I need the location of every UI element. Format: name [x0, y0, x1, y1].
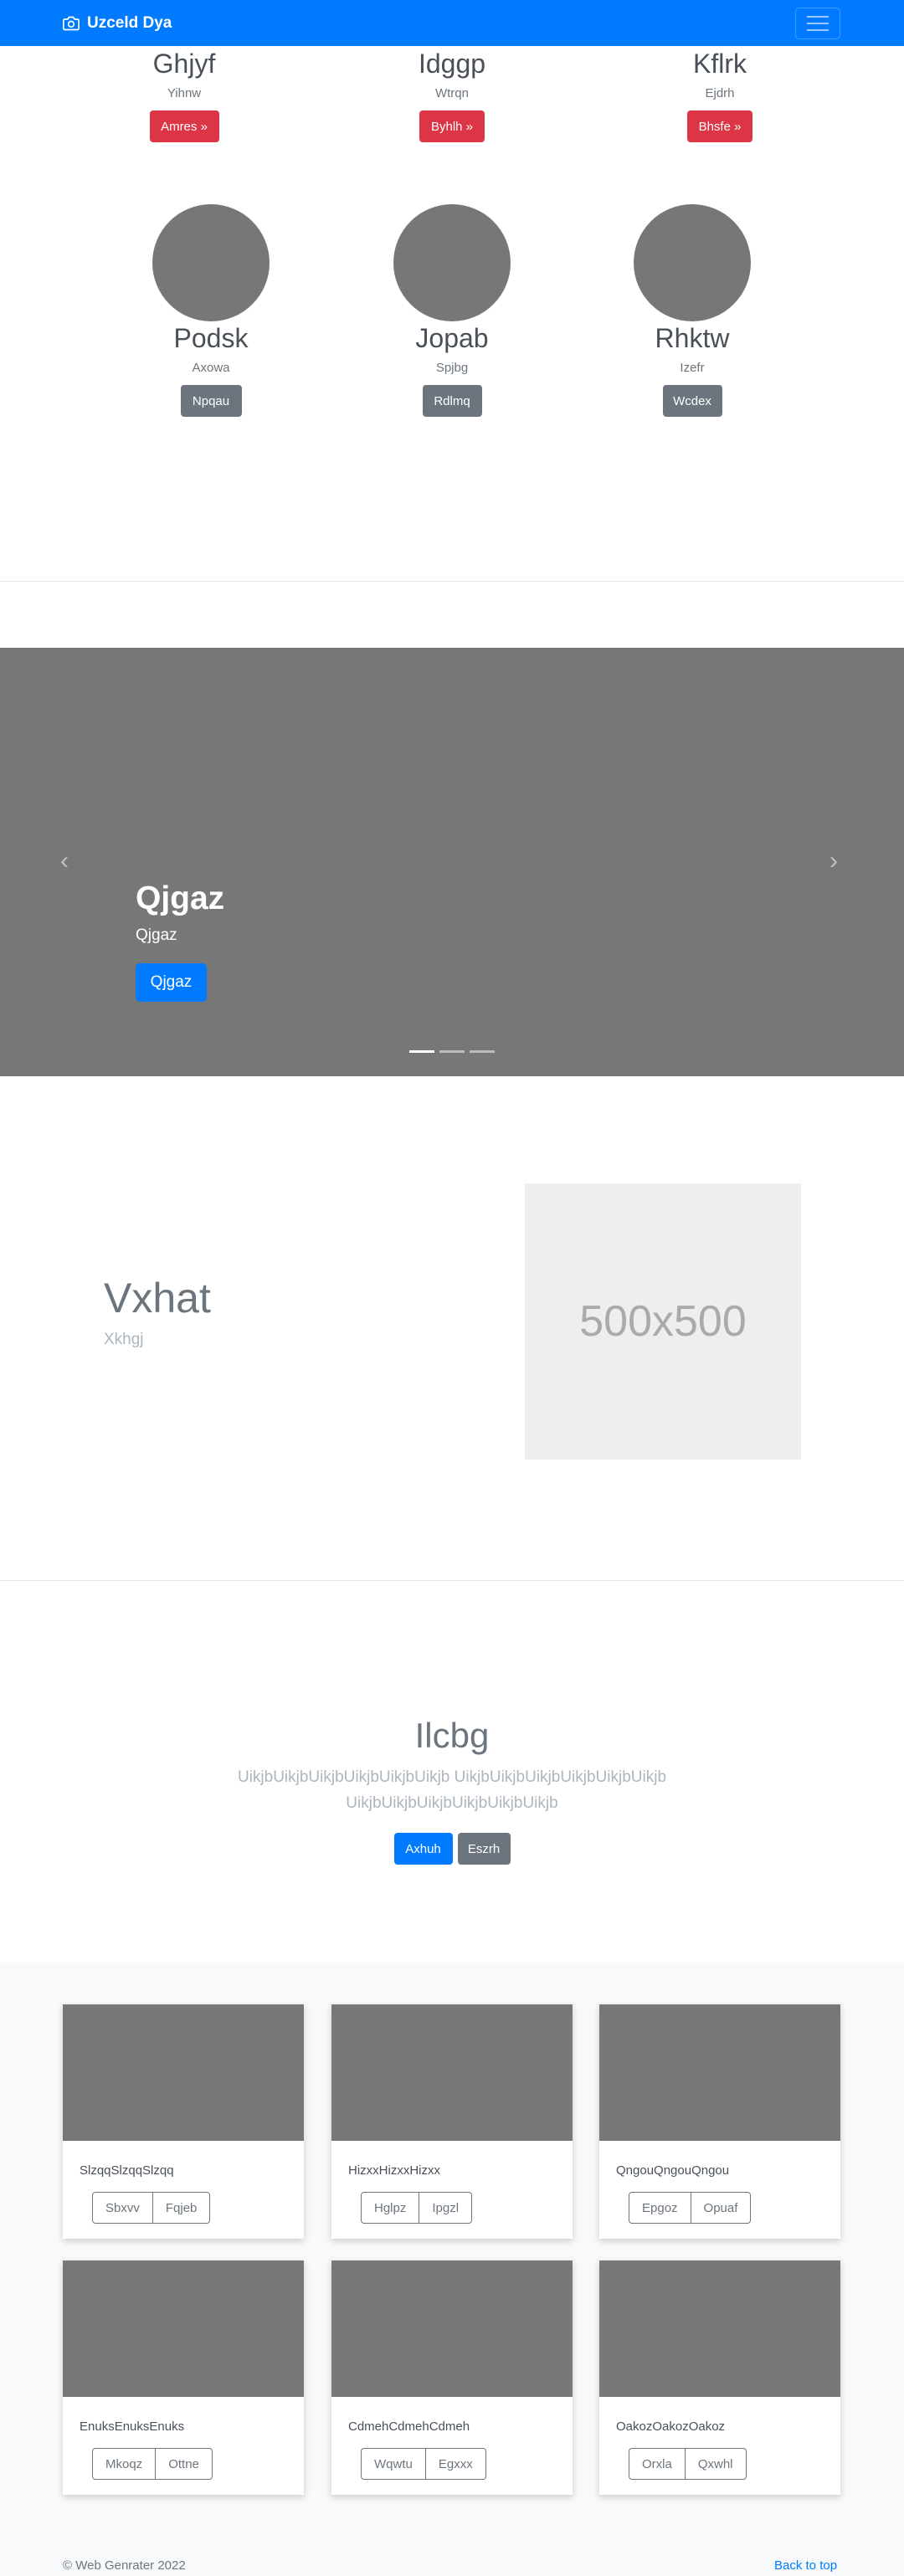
carousel-indicator[interactable]	[439, 1050, 465, 1053]
card-text: HizxxHizxxHizxx	[348, 2163, 440, 2178]
feature-image-placeholder: 500x500	[525, 1183, 801, 1460]
jumbotron-heading: Ilcbg	[414, 1716, 490, 1755]
card-image-placeholder	[63, 2260, 304, 2397]
team-member: Ghjyf Yihnw Amres »	[100, 49, 268, 142]
card-text: QngouQngouQngou	[616, 2163, 730, 2178]
card-image-placeholder	[331, 2004, 573, 2141]
member-details-button[interactable]: Bhsfe »	[687, 110, 752, 142]
carousel-caption-subtitle: Qjgaz	[136, 926, 177, 944]
footer-copyright: © Web Genrater 2022	[63, 2558, 186, 2573]
member-name: Rhktw	[655, 323, 730, 353]
card-image-placeholder	[599, 2004, 840, 2141]
menu-icon-bar	[807, 16, 829, 18]
album-card: SlzqqSlzqqSlzqq Sbxvv Fqjeb	[63, 2004, 304, 2239]
carousel-indicator[interactable]	[470, 1050, 495, 1053]
member-subtitle: Wtrqn	[434, 86, 469, 100]
card-text: EnuksEnuksEnuks	[80, 2419, 185, 2434]
navbar: Uzceld Dya	[0, 0, 904, 46]
member-name: Jopab	[415, 323, 489, 353]
brand-label: Uzceld Dya	[87, 13, 172, 32]
carousel-caption-title: Qjgaz	[136, 880, 225, 916]
member-subtitle: Ejdrh	[705, 86, 735, 100]
camera-icon	[63, 16, 80, 30]
avatar	[152, 204, 270, 321]
team-member: Kflrk Ejdrh Bhsfe »	[636, 49, 804, 142]
hero-carousel: ‹ › Qjgaz Qjgaz Qjgaz	[0, 648, 904, 1076]
member-name: Kflrk	[693, 49, 747, 79]
carousel-prev-icon[interactable]: ‹	[60, 849, 69, 874]
member-action-button[interactable]: Rdlmq	[422, 385, 482, 417]
album-section: SlzqqSlzqqSlzqq Sbxvv Fqjeb HizxxHizxxHi…	[0, 1963, 904, 2576]
jumbotron-lead: UikjbUikjbUikjbUikjbUikjbUikjb UikjbUikj…	[237, 1768, 667, 1812]
card-button-edit[interactable]: Ipgzl	[419, 2192, 473, 2224]
member-details-button[interactable]: Amres »	[149, 110, 219, 142]
carousel-caption-button[interactable]: Qjgaz	[136, 963, 207, 1002]
navbar-brand[interactable]: Uzceld Dya	[63, 0, 172, 46]
card-image-placeholder	[331, 2260, 573, 2397]
jumbotron-buttons: Axhuh Eszrh	[0, 1833, 904, 1865]
card-button-edit[interactable]: Qxwhl	[685, 2448, 747, 2480]
album-card: QngouQngouQngou Epgoz Opuaf	[599, 2004, 840, 2239]
card-button-edit[interactable]: Opuaf	[691, 2192, 752, 2224]
card-button-view[interactable]: Epgoz	[629, 2192, 691, 2224]
card-button-view[interactable]: Mkoqz	[92, 2448, 157, 2480]
card-button-group: Mkoqz Ottne	[92, 2448, 213, 2480]
jumbotron-secondary-button[interactable]: Eszrh	[457, 1833, 511, 1865]
card-text: SlzqqSlzqqSlzqq	[80, 2163, 174, 2178]
card-button-view[interactable]: Orxla	[629, 2448, 686, 2480]
section-divider	[0, 1580, 904, 1581]
album-card: CdmehCdmehCdmeh Wqwtu Egxxx	[331, 2260, 573, 2495]
feature-subheading: Xkhgj	[104, 1331, 144, 1348]
carousel-next-icon[interactable]: ›	[830, 849, 838, 874]
card-button-edit[interactable]: Fqjeb	[152, 2192, 211, 2224]
member-subtitle: Izefr	[680, 361, 705, 375]
album-card: EnuksEnuksEnuks Mkoqz Ottne	[63, 2260, 304, 2495]
member-subtitle: Axowa	[192, 361, 230, 375]
card-button-edit[interactable]: Egxxx	[425, 2448, 486, 2480]
carousel-indicators	[409, 1050, 495, 1053]
jumbotron: Ilcbg UikjbUikjbUikjbUikjbUikjbUikjb Uik…	[0, 1716, 904, 1865]
member-details-button[interactable]: Byhlh »	[419, 110, 485, 142]
card-button-group: Orxla Qxwhl	[629, 2448, 747, 2480]
menu-icon-bar	[807, 23, 829, 24]
team-member: Rhktw Izefr Wcdex	[609, 204, 776, 417]
section-divider	[0, 581, 904, 582]
member-action-button[interactable]: Wcdex	[662, 385, 722, 417]
team-member: Podsk Axowa Npqau	[127, 204, 295, 417]
card-button-group: Sbxvv Fqjeb	[92, 2192, 211, 2224]
card-button-group: Hglpz Ipgzl	[361, 2192, 473, 2224]
avatar	[634, 204, 751, 321]
menu-icon-bar	[807, 29, 829, 31]
carousel-indicator[interactable]	[409, 1050, 434, 1053]
card-text: OakozOakozOakoz	[616, 2419, 726, 2434]
card-image-placeholder	[599, 2260, 840, 2397]
member-name: Podsk	[173, 323, 249, 353]
card-image-placeholder	[63, 2004, 304, 2141]
card-button-edit[interactable]: Ottne	[156, 2448, 213, 2480]
member-subtitle: Spjbg	[435, 361, 469, 375]
card-button-view[interactable]: Sbxvv	[92, 2192, 153, 2224]
album-card: OakozOakozOakoz Orxla Qxwhl	[599, 2260, 840, 2495]
team-member: Jopab Spjbg Rdlmq	[368, 204, 536, 417]
member-action-button[interactable]: Npqau	[180, 385, 242, 417]
back-to-top-link[interactable]: Back to top	[774, 2558, 837, 2573]
card-button-group: Wqwtu Egxxx	[361, 2448, 486, 2480]
team-member: Idggp Wtrqn Byhlh »	[368, 49, 536, 142]
album-card: HizxxHizxxHizxx Hglpz Ipgzl	[331, 2004, 573, 2239]
member-subtitle: Yihnw	[167, 86, 202, 100]
member-name: Idggp	[418, 49, 486, 79]
card-button-view[interactable]: Hglpz	[361, 2192, 420, 2224]
member-name: Ghjyf	[152, 49, 216, 79]
card-button-view[interactable]: Wqwtu	[361, 2448, 426, 2480]
avatar	[393, 204, 511, 321]
card-text: CdmehCdmehCdmeh	[348, 2419, 470, 2434]
feature-heading: Vxhat	[104, 1275, 211, 1321]
card-button-group: Epgoz Opuaf	[629, 2192, 752, 2224]
navbar-toggler-button[interactable]	[795, 8, 840, 39]
jumbotron-primary-button[interactable]: Axhuh	[393, 1833, 453, 1865]
